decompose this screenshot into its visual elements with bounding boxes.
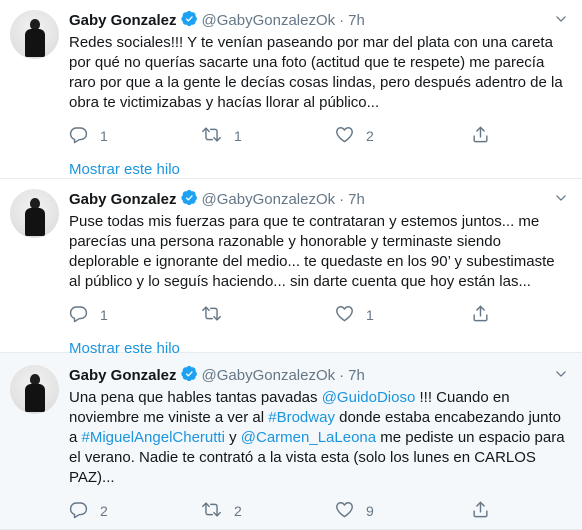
caret-down-icon[interactable] — [554, 11, 568, 33]
reply-icon — [69, 125, 88, 147]
tweet-actions: 2 2 9 — [69, 500, 568, 522]
like-count: 2 — [366, 128, 374, 144]
retweet-icon — [201, 500, 222, 522]
tweet-1[interactable]: Gaby Gonzalez @GabyGonzalezOk · 7h Redes so… — [0, 0, 582, 179]
avatar-body — [25, 384, 45, 412]
avatar-body — [25, 208, 45, 236]
like-icon — [335, 304, 354, 326]
like-button[interactable]: 9 — [335, 500, 374, 522]
like-count: 1 — [366, 307, 374, 323]
tweet-link[interactable]: #Brodway — [268, 409, 335, 426]
caret-down-icon[interactable] — [554, 190, 568, 212]
like-count: 9 — [366, 503, 374, 519]
author-name[interactable]: Gaby Gonzalez — [69, 12, 177, 29]
reply-button[interactable]: 2 — [69, 500, 108, 522]
tweet-link[interactable]: @GuidoDioso — [322, 389, 416, 406]
share-button[interactable] — [471, 304, 490, 326]
show-thread-link[interactable]: Mostrar este hilo — [69, 161, 180, 178]
tweet-link[interactable]: @Carmen_LaLeona — [241, 429, 376, 446]
avatar[interactable] — [10, 365, 59, 414]
retweet-count: 2 — [234, 503, 242, 519]
author-handle[interactable]: @GabyGonzalezOk — [202, 367, 336, 384]
retweet-button[interactable]: 2 — [201, 500, 242, 522]
avatar-body — [25, 29, 45, 57]
reply-icon — [69, 304, 88, 326]
share-button[interactable] — [471, 500, 490, 522]
tweet-actions: 1 1 2 — [69, 125, 568, 147]
tweet-link[interactable]: #MiguelAngelCherutti — [82, 429, 225, 446]
reply-count: 1 — [100, 307, 108, 323]
tweet-text: Una pena que hables tantas pavadas @Guid… — [69, 388, 568, 488]
tweet-actions: 1 1 — [69, 304, 568, 326]
tweet-text: Puse todas mis fuerzas para que te contr… — [69, 212, 568, 292]
retweet-icon — [201, 125, 222, 147]
separator-dot: · — [339, 367, 345, 384]
timestamp[interactable]: 7h — [348, 191, 365, 208]
tweet-2[interactable]: Gaby Gonzalez @GabyGonzalezOk · 7h Puse tod… — [0, 179, 582, 357]
reply-button[interactable]: 1 — [69, 304, 108, 326]
author-name[interactable]: Gaby Gonzalez — [69, 191, 177, 208]
share-icon — [471, 500, 490, 522]
like-icon — [335, 125, 354, 147]
separator-dot: · — [339, 12, 345, 29]
reply-icon — [69, 500, 88, 522]
tweet-header: Gaby Gonzalez @GabyGonzalezOk · 7h — [69, 189, 568, 211]
retweet-count: 1 — [234, 128, 242, 144]
avatar[interactable] — [10, 189, 59, 238]
tweet-text-segment: Redes sociales!!! Y te venían paseando p… — [69, 34, 563, 111]
tweet-text-segment: Una pena que hables tantas pavadas — [69, 389, 322, 406]
like-icon — [335, 500, 354, 522]
verified-badge-icon — [180, 189, 198, 213]
tweet-text-segment: Puse todas mis fuerzas para que te contr… — [69, 213, 555, 290]
tweet-text: Redes sociales!!! Y te venían paseando p… — [69, 33, 568, 113]
timestamp[interactable]: 7h — [348, 12, 365, 29]
share-button[interactable] — [471, 125, 490, 147]
tweet-feed: Gaby Gonzalez @GabyGonzalezOk · 7h Redes so… — [0, 0, 582, 530]
retweet-icon — [201, 304, 222, 326]
reply-count: 1 — [100, 128, 108, 144]
caret-down-icon[interactable] — [554, 366, 568, 388]
verified-badge-icon — [180, 10, 198, 34]
tweet-header: Gaby Gonzalez @GabyGonzalezOk · 7h — [69, 10, 568, 32]
timestamp[interactable]: 7h — [348, 367, 365, 384]
tweet-header: Gaby Gonzalez @GabyGonzalezOk · 7h — [69, 365, 568, 387]
separator-dot: · — [339, 191, 345, 208]
author-handle[interactable]: @GabyGonzalezOk — [202, 191, 336, 208]
retweet-button[interactable]: 1 — [201, 125, 242, 147]
avatar[interactable] — [10, 10, 59, 59]
tweet-3[interactable]: Gaby Gonzalez @GabyGonzalezOk · 7h Una pena… — [0, 353, 582, 530]
retweet-button[interactable] — [201, 304, 234, 326]
like-button[interactable]: 1 — [335, 304, 374, 326]
author-handle[interactable]: @GabyGonzalezOk — [202, 12, 336, 29]
reply-button[interactable]: 1 — [69, 125, 108, 147]
share-icon — [471, 304, 490, 326]
like-button[interactable]: 2 — [335, 125, 374, 147]
share-icon — [471, 125, 490, 147]
verified-badge-icon — [180, 365, 198, 389]
tweet-text-segment: y — [224, 429, 241, 446]
reply-count: 2 — [100, 503, 108, 519]
author-name[interactable]: Gaby Gonzalez — [69, 367, 177, 384]
